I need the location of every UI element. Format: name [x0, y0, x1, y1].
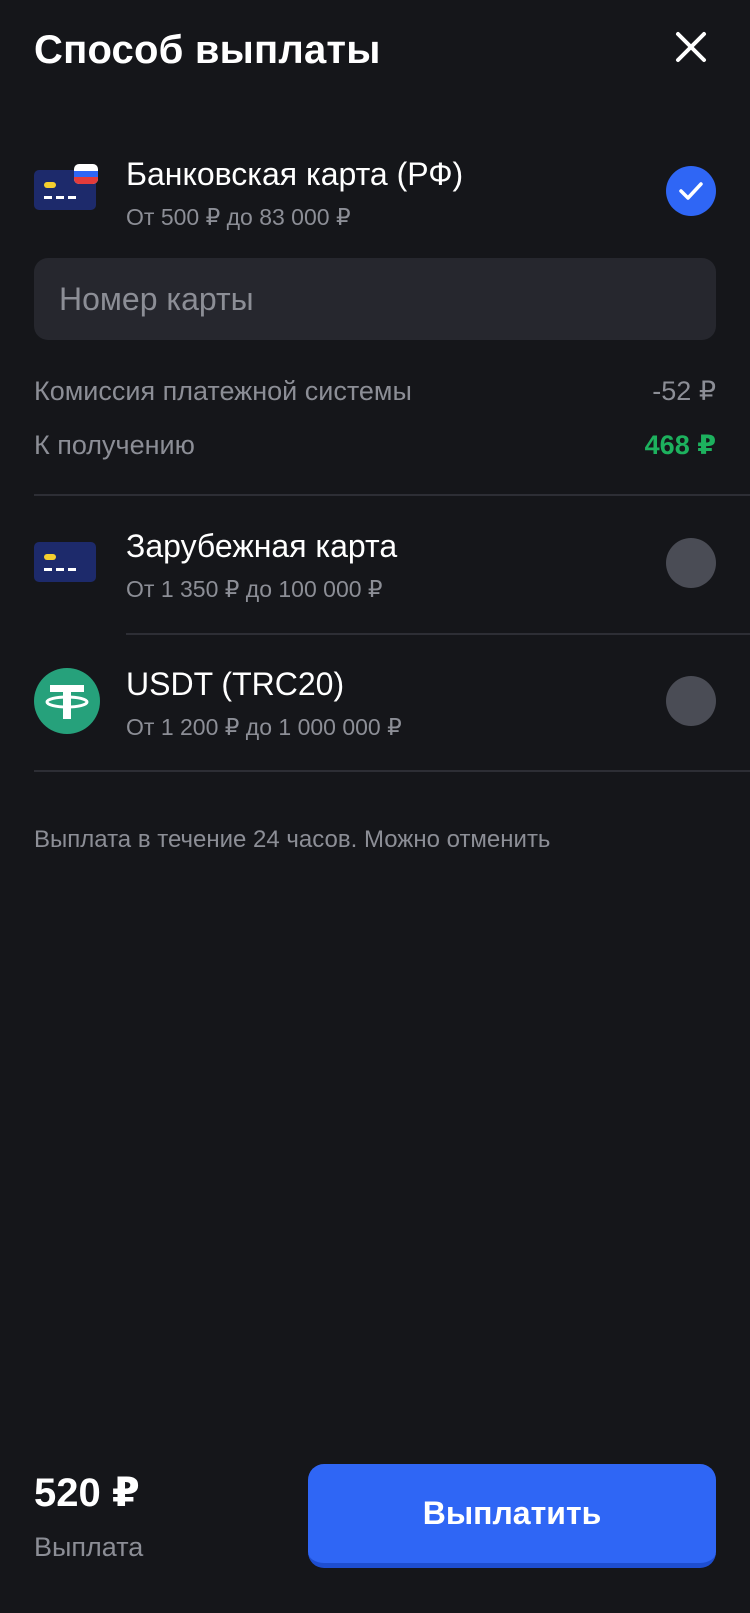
commission-row: Комиссия платежной системы -52 ₽: [34, 376, 716, 407]
radio-unselected[interactable]: [666, 538, 716, 588]
close-button[interactable]: [672, 28, 710, 66]
payout-amount: 520 ₽: [34, 1471, 140, 1515]
tether-icon: [34, 668, 100, 734]
divider: [34, 494, 750, 496]
option-title: Зарубежная карта: [126, 528, 398, 564]
bank-card-icon: [34, 542, 96, 582]
close-icon: [676, 32, 706, 62]
payout-amount-label: Выплата: [34, 1532, 144, 1562]
receive-value: 468 ₽: [644, 430, 716, 460]
card-number-input[interactable]: [34, 258, 716, 340]
option-range: От 1 200 ₽ до 1 000 000 ₽: [126, 714, 402, 740]
payout-button[interactable]: Выплатить: [308, 1464, 716, 1568]
receive-label: К получению: [34, 430, 195, 460]
option-title: Банковская карта (РФ): [126, 156, 464, 192]
option-range: От 1 350 ₽ до 100 000 ₽: [126, 576, 383, 602]
divider: [126, 633, 750, 635]
option-title: USDT (TRC20): [126, 666, 345, 702]
radio-unselected[interactable]: [666, 676, 716, 726]
receive-row: К получению 468 ₽: [34, 430, 716, 461]
option-range: От 500 ₽ до 83 000 ₽: [126, 204, 351, 230]
payout-option-usdt[interactable]: USDT (TRC20) От 1 200 ₽ до 1 000 000 ₽: [0, 658, 750, 768]
header: Способ выплаты: [34, 22, 716, 82]
bank-card-ru-icon: [34, 164, 98, 210]
checkmark-icon: [679, 182, 703, 200]
commission-value: -52 ₽: [652, 376, 716, 406]
payout-option-foreign-card[interactable]: Зарубежная карта От 1 350 ₽ до 100 000 ₽: [0, 520, 750, 630]
payout-option-bank-card-ru[interactable]: Банковская карта (РФ) От 500 ₽ до 83 000…: [0, 150, 750, 250]
radio-selected[interactable]: [666, 166, 716, 216]
payout-note: Выплата в течение 24 часов. Можно отмени…: [34, 826, 551, 853]
divider: [34, 770, 750, 772]
commission-label: Комиссия платежной системы: [34, 376, 412, 406]
page-title: Способ выплаты: [34, 28, 381, 72]
